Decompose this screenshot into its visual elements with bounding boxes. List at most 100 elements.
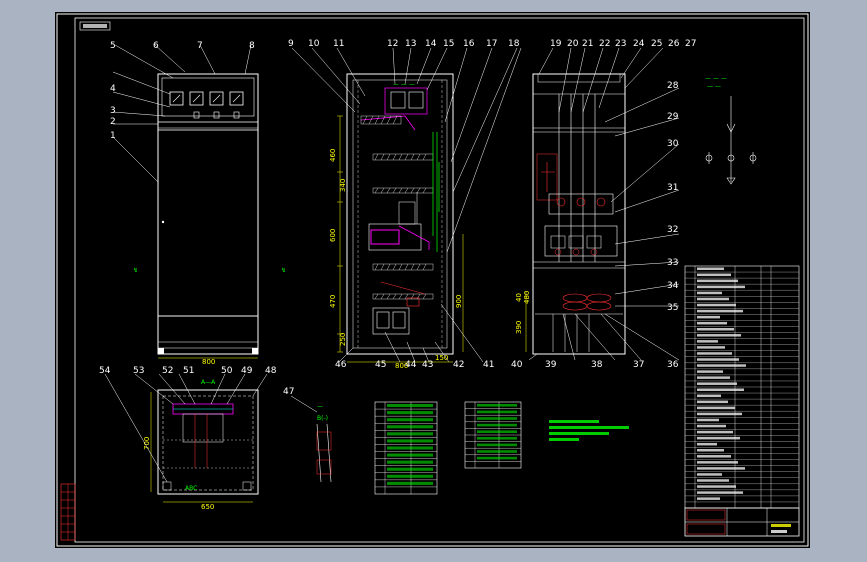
parts-row-text [697, 382, 737, 385]
parts-row-text [697, 328, 734, 331]
svg-text:9: 9 [288, 39, 294, 49]
svg-text:46: 46 [335, 360, 347, 370]
plan-view: ABC 700 650 A—A [104, 373, 268, 511]
table-cell-fill [477, 423, 517, 427]
svg-text:15: 15 [443, 39, 454, 49]
svg-text:43: 43 [422, 360, 433, 370]
parts-row-text [697, 412, 742, 416]
svg-text:32: 32 [667, 225, 678, 235]
parts-row-text [697, 376, 730, 379]
parts-row-text [697, 315, 720, 319]
svg-text:44: 44 [405, 360, 417, 370]
table-cell-fill [387, 418, 433, 422]
svg-text:38: 38 [591, 360, 603, 370]
svg-text:8: 8 [249, 41, 255, 51]
side-dim-480: 480 [523, 291, 531, 304]
svg-text:13: 13 [405, 39, 416, 49]
parts-row-text [697, 388, 744, 391]
parts-row-text [697, 491, 743, 494]
svg-text:40: 40 [511, 360, 523, 370]
table-2 [464, 401, 522, 469]
svg-text:47: 47 [283, 387, 294, 397]
drawing-sheet: 800 ↯ ↯ 1 2 3 4 5 6 7 8 — — — 460 340 60… [55, 12, 810, 548]
svg-text:26: 26 [668, 39, 680, 49]
svg-text:17: 17 [486, 39, 497, 49]
sec-dim-250: 250 [339, 333, 347, 346]
svg-text:18: 18 [508, 39, 520, 49]
plan-callouts: 48 49 50 51 52 53 54 [99, 366, 277, 376]
section-callouts: 9 10 11 12 13 14 15 16 17 18 41 42 43 44… [288, 39, 520, 370]
parts-row-text [697, 364, 746, 367]
plan-dim-700: 700 [143, 437, 151, 450]
side-callouts: 19 20 21 22 23 24 25 26 27 28 29 30 31 3… [511, 39, 696, 370]
svg-text:37: 37 [633, 360, 644, 370]
table-cell-fill [477, 417, 517, 420]
svg-text:B(-): B(-) [317, 415, 328, 422]
svg-text:23: 23 [615, 39, 626, 49]
table-cell-fill [477, 456, 517, 460]
technical-notes [549, 420, 629, 441]
svg-text:— — —: — — — [705, 75, 727, 82]
parts-row-text [697, 352, 732, 355]
table-cell-fill [387, 460, 433, 464]
svg-text:— — —: — — — [393, 81, 415, 88]
parts-row-text [697, 400, 728, 404]
sec-dim-600: 600 [329, 229, 337, 242]
parts-row-text [697, 442, 717, 446]
table-cell-fill [477, 443, 517, 447]
parts-row-text [697, 297, 729, 301]
svg-text:24: 24 [633, 39, 645, 49]
parts-row-text [697, 321, 727, 325]
table-cell-fill [387, 446, 433, 450]
svg-text:6: 6 [153, 41, 159, 51]
side-dim-390: 390 [515, 321, 523, 334]
parts-row-text [697, 309, 743, 313]
parts-row-text [697, 340, 718, 343]
svg-text:41: 41 [483, 360, 494, 370]
parts-row-text [697, 436, 740, 440]
table-cell-fill [477, 437, 517, 440]
svg-text:51: 51 [183, 366, 194, 376]
parts-row-text [697, 455, 731, 458]
parts-row-text [697, 291, 722, 295]
svg-text:34: 34 [667, 281, 679, 291]
svg-text:12: 12 [387, 39, 398, 49]
parts-row-text [697, 370, 723, 373]
svg-text:7: 7 [197, 41, 203, 51]
svg-text:27: 27 [685, 39, 696, 49]
parts-row-text [697, 418, 719, 422]
svg-text:31: 31 [667, 183, 678, 193]
svg-text:11: 11 [333, 39, 344, 49]
svg-text:A—A: A—A [201, 379, 216, 386]
section-view: — — — 460 340 600 470 250 900 800 150 [291, 47, 522, 370]
svg-text:↯: ↯ [281, 267, 286, 274]
svg-text:19: 19 [550, 39, 562, 49]
sec-dim-470: 470 [329, 295, 337, 308]
parts-row-text [697, 485, 736, 488]
parts-row-text [697, 406, 735, 410]
parts-row-text [697, 479, 729, 482]
side-view: 40 480 390 [515, 47, 680, 361]
front-width-dim: 800 [202, 358, 215, 366]
table-cell-fill [387, 404, 433, 408]
svg-text:30: 30 [667, 139, 679, 149]
title-block [684, 507, 800, 537]
sec-dim-900: 900 [455, 295, 463, 308]
parts-row-text [697, 267, 724, 270]
plan-dim-650: 650 [201, 503, 214, 511]
table-cell-fill [477, 450, 517, 453]
parts-row-text [697, 394, 721, 398]
table-cell-fill [477, 430, 517, 433]
parts-row-text [697, 430, 733, 434]
table-cell-fill [477, 410, 517, 414]
inner-frame [74, 17, 805, 543]
svg-text:10: 10 [308, 39, 320, 49]
svg-text:50: 50 [221, 366, 233, 376]
svg-text:2: 2 [110, 117, 116, 127]
svg-text:29: 29 [667, 112, 679, 122]
parts-row-text [697, 273, 731, 277]
parts-row-text [697, 449, 724, 452]
svg-text:21: 21 [582, 39, 593, 49]
svg-text:1: 1 [110, 131, 116, 141]
svg-text:—: — [317, 403, 323, 410]
